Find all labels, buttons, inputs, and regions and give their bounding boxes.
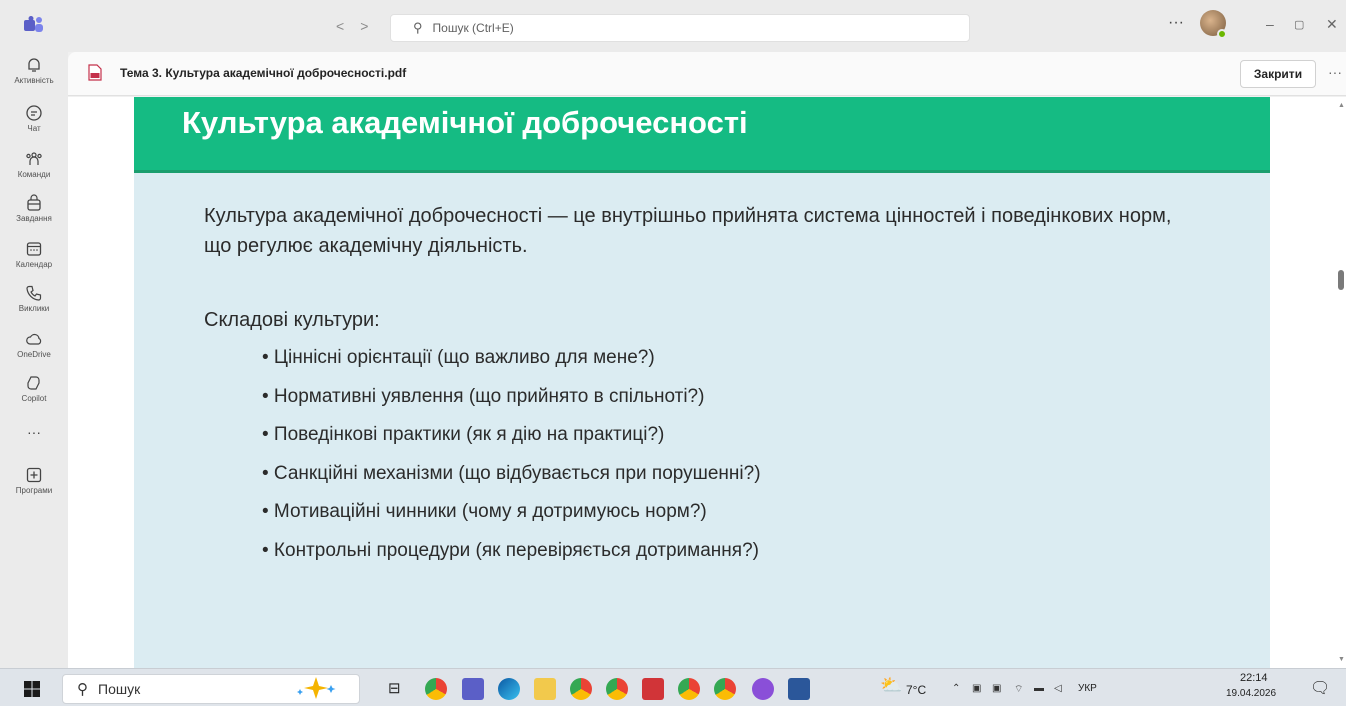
slide-title: Культура академічної доброчесності xyxy=(182,105,748,140)
notifications-icon[interactable]: 🗨 xyxy=(1310,678,1330,698)
phone-icon xyxy=(26,285,42,301)
copilot-sparkle-icon[interactable] xyxy=(286,675,346,701)
slide-header: Культура академічної доброчесності xyxy=(134,97,1270,173)
rail-item-label: Календар xyxy=(15,260,53,269)
presence-available-icon xyxy=(1217,29,1227,39)
list-item: • Санкційні механізми (що відбувається п… xyxy=(262,462,761,484)
forward-icon[interactable]: > xyxy=(360,18,384,34)
scroll-up-icon[interactable]: ▲ xyxy=(1338,102,1345,109)
clock-time[interactable]: 22:14 xyxy=(1240,672,1268,684)
word-icon[interactable] xyxy=(788,678,810,700)
task-view-icon[interactable]: ⊟ xyxy=(388,679,401,697)
copilot-icon xyxy=(27,376,40,390)
slide-page: Культура академічної доброчесності Культ… xyxy=(134,97,1270,668)
weather-temp[interactable]: 7°C xyxy=(906,683,926,697)
app-rail: Активність Чат Команди Завдання Календар… xyxy=(0,52,68,668)
rail-item-label: Виклики xyxy=(18,304,50,313)
search-input[interactable]: ⚲ Пошук (Ctrl+E) xyxy=(390,14,970,42)
windows-taskbar: ⚲ Пошук ⊟ ⛅ 7°C ⌃ ▣ ▣ ⌔ ▬ ◁ УКР 22:14 19… xyxy=(0,668,1346,706)
list-item: • Контрольні процедури (як перевіряється… xyxy=(262,539,759,561)
list-item: • Мотиваційні чинники (чому я дотримуюсь… xyxy=(262,501,707,522)
search-placeholder: Пошук (Ctrl+E) xyxy=(432,21,514,35)
rail-item-label: OneDrive xyxy=(17,350,51,359)
teams-taskbar-icon[interactable] xyxy=(462,678,484,700)
acrobat-icon[interactable] xyxy=(642,678,664,700)
slide-definition: Культура академічної доброчесності — це … xyxy=(204,205,1172,257)
slide-subheading: Складові культури: xyxy=(204,309,380,331)
file-header: Тема 3. Культура академічної доброчеснос… xyxy=(68,52,1346,96)
rail-item-apps[interactable]: Програми xyxy=(0,466,68,495)
chrome-profile-icon[interactable] xyxy=(570,678,592,700)
components-list: • Ціннісні орієнтації (що важливо для ме… xyxy=(262,343,761,574)
rail-item-calendar[interactable]: Календар xyxy=(0,240,68,269)
nav-arrows: <> xyxy=(336,18,384,34)
list-item: • Ціннісні орієнтації (що важливо для ме… xyxy=(262,347,655,368)
rail-item-onedrive[interactable]: OneDrive xyxy=(0,330,68,359)
restore-icon[interactable]: ▢ xyxy=(1294,18,1304,31)
rail-item-activity[interactable]: Активність xyxy=(0,56,68,85)
close-window-icon[interactable]: ✕ xyxy=(1326,16,1338,33)
language-indicator[interactable]: УКР xyxy=(1078,683,1097,694)
more-icon: ··· xyxy=(27,424,41,440)
rail-item-label: Copilot xyxy=(21,394,47,403)
tray-app-icon[interactable]: ▣ xyxy=(972,683,981,694)
file-explorer-icon[interactable] xyxy=(534,678,556,700)
calendar-icon xyxy=(26,242,42,256)
file-more-icon[interactable]: ··· xyxy=(1328,64,1342,80)
volume-icon[interactable]: ◁ xyxy=(1054,683,1062,694)
chrome-profile-icon[interactable] xyxy=(678,678,700,700)
rail-item-more[interactable]: ··· xyxy=(0,424,68,440)
rail-item-tasks[interactable]: Завдання xyxy=(0,194,68,223)
search-icon: ⚲ xyxy=(413,20,423,35)
wifi-icon[interactable]: ⌔ xyxy=(1014,683,1023,696)
add-apps-icon xyxy=(26,467,42,483)
bell-icon xyxy=(28,58,40,72)
weather-icon[interactable]: ⛅ xyxy=(880,675,902,696)
search-icon: ⚲ xyxy=(77,681,88,698)
chevron-up-icon[interactable]: ⌃ xyxy=(952,683,960,694)
rail-item-label: Активність xyxy=(14,76,54,85)
more-options-icon[interactable]: ··· xyxy=(1168,14,1184,32)
windows-start-icon[interactable] xyxy=(24,681,40,697)
viber-icon[interactable] xyxy=(752,678,774,700)
tasks-icon xyxy=(27,194,41,211)
chat-icon xyxy=(26,105,42,121)
rail-item-label: Команди xyxy=(17,170,51,179)
close-file-button[interactable]: Закрити xyxy=(1240,60,1316,88)
rail-item-calls[interactable]: Виклики xyxy=(0,284,68,313)
cloud-icon xyxy=(26,333,42,345)
teams-logo-icon[interactable] xyxy=(24,16,44,34)
rail-item-chat[interactable]: Чат xyxy=(0,104,68,133)
back-icon[interactable]: < xyxy=(336,18,360,34)
scroll-down-icon[interactable]: ▼ xyxy=(1338,656,1345,663)
edge-icon[interactable] xyxy=(498,678,520,700)
rail-item-label: Програми xyxy=(15,486,53,495)
battery-icon[interactable]: ▬ xyxy=(1034,683,1044,694)
minimize-icon[interactable]: – xyxy=(1266,16,1274,32)
chrome-profile-icon[interactable] xyxy=(606,678,628,700)
pdf-viewer[interactable]: Культура академічної доброчесності Культ… xyxy=(68,97,1346,668)
title-bar: <> ⚲ Пошук (Ctrl+E) ··· – ▢ ✕ xyxy=(0,0,1346,52)
rail-item-label: Чат xyxy=(27,124,41,133)
list-item: • Поведінкові практики (як я дію на прак… xyxy=(262,424,665,445)
clock-date[interactable]: 19.04.2026 xyxy=(1226,688,1276,699)
chrome-icon[interactable] xyxy=(425,678,447,700)
rail-item-copilot[interactable]: Copilot xyxy=(0,374,68,403)
rail-item-label: Завдання xyxy=(16,214,52,223)
list-item: • Нормативні уявлення (що прийнято в спі… xyxy=(262,385,705,407)
scrollbar-thumb[interactable] xyxy=(1338,270,1344,290)
rail-item-teams[interactable]: Команди xyxy=(0,150,68,179)
taskbar-search-label: Пошук xyxy=(98,681,141,697)
pdf-file-icon xyxy=(88,64,102,81)
chrome-profile-icon[interactable] xyxy=(714,678,736,700)
teams-icon xyxy=(26,152,42,165)
tray-app-icon[interactable]: ▣ xyxy=(992,683,1001,694)
file-title: Тема 3. Культура академічної доброчеснос… xyxy=(120,66,407,80)
